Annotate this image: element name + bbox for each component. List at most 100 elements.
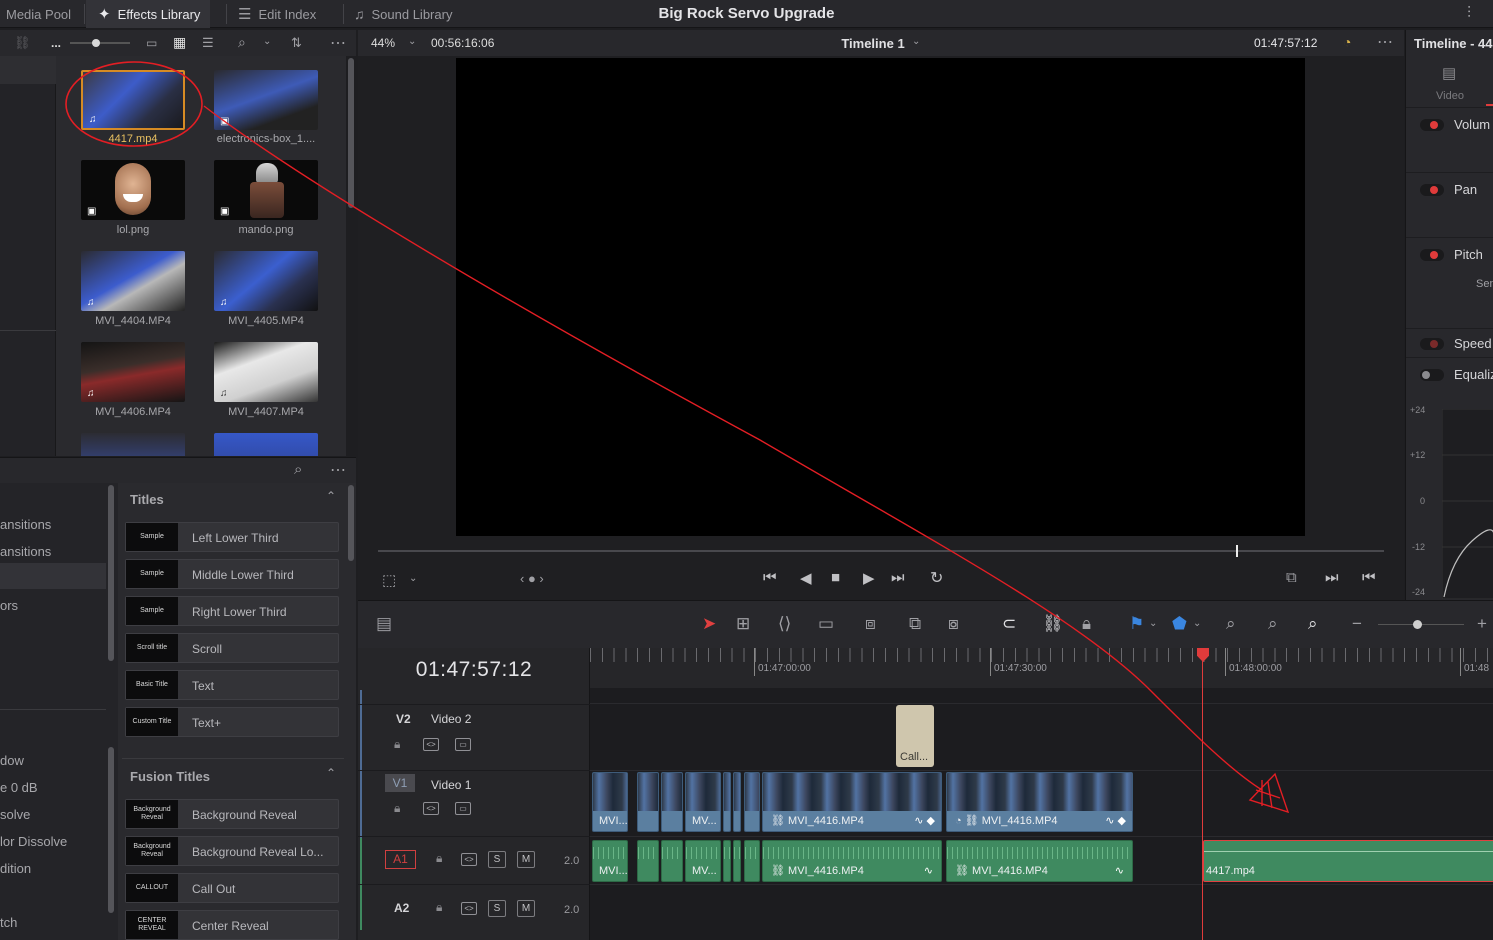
audio-clip-mvi-4416[interactable]: ⛓ MVI_4416.MP4 ∿ xyxy=(762,840,942,882)
detail-zoom-icon[interactable]: ⌕ xyxy=(1268,615,1278,633)
favorite-item[interactable]: solve xyxy=(0,807,30,822)
zoom-out-icon[interactable]: − xyxy=(1352,615,1362,633)
clip-thumbnail[interactable]: ♫ xyxy=(81,251,185,311)
audio-clip[interactable]: MVI... xyxy=(592,840,628,882)
timeline-view-options-icon[interactable]: ▤ xyxy=(376,615,392,633)
flag-icon[interactable]: ⚑ xyxy=(1129,615,1144,633)
marker-icon[interactable]: ⬟ xyxy=(1172,615,1187,633)
bin-item-selected[interactable] xyxy=(0,56,56,84)
audio-clip[interactable]: MV... xyxy=(685,840,721,882)
loop-icon[interactable]: ↻ xyxy=(930,568,943,588)
prev-edit-icon[interactable]: ‹ ● › xyxy=(520,571,544,586)
chevron-down-icon[interactable]: ⌄ xyxy=(1149,615,1157,633)
chevron-down-icon[interactable]: ⌄ xyxy=(1193,615,1201,633)
lock-track-icon[interactable]: 🔒︎ xyxy=(394,801,400,816)
keyframe-icon[interactable]: ∿ ◆ xyxy=(914,814,935,827)
next-frame-icon[interactable]: ⏭ xyxy=(1325,569,1339,586)
grid-view-icon[interactable]: ▦ xyxy=(173,34,186,51)
blade-tool-icon[interactable]: ▭ xyxy=(818,615,834,633)
tab-effects-library[interactable]: ✦ Effects Library xyxy=(86,0,211,28)
trim-tool-icon[interactable]: ⊞ xyxy=(736,615,750,633)
tab-media-pool[interactable]: Media Pool xyxy=(6,0,71,28)
volume-toggle[interactable] xyxy=(1420,119,1444,131)
zoom-in-icon[interactable]: + xyxy=(1477,615,1487,633)
prev-frame-icon[interactable]: ⏮ xyxy=(1362,569,1376,586)
transform-icon[interactable]: ⬚ xyxy=(382,571,396,589)
collapse-icon[interactable]: ⌃ xyxy=(326,766,336,780)
viewer-scrubber[interactable] xyxy=(378,545,1384,557)
category-item[interactable]: ors xyxy=(0,598,18,613)
replace-clip-icon[interactable]: ⧇ xyxy=(948,615,959,633)
favorite-item[interactable]: e 0 dB xyxy=(0,780,38,795)
tab-edit-index[interactable]: ☰ Edit Index xyxy=(238,0,316,28)
stop-icon[interactable]: ■ xyxy=(831,569,840,586)
snapping-icon[interactable]: ⊂ xyxy=(1002,615,1016,633)
fade-curve-icon[interactable]: ∿ xyxy=(924,864,933,877)
auto-select-icon[interactable]: <> xyxy=(423,738,439,751)
clip-thumbnail[interactable]: ♫ xyxy=(81,70,185,130)
chevron-down-icon[interactable]: ⌄ xyxy=(912,36,920,47)
category-scrollbar[interactable] xyxy=(108,485,114,661)
clip-thumbnail[interactable] xyxy=(214,433,318,456)
keyframe-icon[interactable]: ∿ ◆ xyxy=(1105,814,1126,827)
more-options-icon[interactable]: ⋯ xyxy=(1377,32,1393,52)
audio-clip-mvi-4416[interactable]: ⛓ MVI_4416.MP4 ∿ xyxy=(946,840,1133,882)
tab-video[interactable]: ▤ Video xyxy=(1406,56,1493,108)
auto-select-icon[interactable]: <> xyxy=(423,802,439,815)
source-patch-v1[interactable]: V1 xyxy=(385,774,415,792)
track-visibility-icon[interactable]: ▭ xyxy=(455,738,471,751)
play-reverse-icon[interactable]: ◀ xyxy=(800,569,812,587)
auto-select-icon[interactable]: <> xyxy=(461,902,477,915)
timeline-name[interactable]: Timeline 1 xyxy=(358,36,1388,51)
sort-icon[interactable]: ⇅ xyxy=(291,35,302,51)
source-patch-a1[interactable]: A1 xyxy=(385,850,416,869)
clip-thumbnail[interactable]: ▣ xyxy=(214,160,318,220)
fusion-title-item[interactable]: Background Reveal Background Reveal xyxy=(125,799,339,829)
list-view-icon[interactable]: ☰ xyxy=(202,35,214,51)
clip-thumbnail[interactable]: ♫ xyxy=(214,251,318,311)
pitch-toggle[interactable] xyxy=(1420,249,1444,261)
clip-thumbnail[interactable] xyxy=(81,433,185,456)
title-clip-callout[interactable]: Call... xyxy=(896,705,934,767)
audio-clip[interactable] xyxy=(733,840,741,882)
tab-sound-library[interactable]: ♫ Sound Library xyxy=(354,0,452,28)
clip-thumbnail[interactable]: ▣ xyxy=(214,70,318,130)
solo-button[interactable]: S xyxy=(488,851,506,868)
title-item[interactable]: Basic Title Text xyxy=(125,670,339,700)
video-clip-mvi-4416[interactable]: ◔ ⛓ MVI_4416.MP4 ∿ ◆ xyxy=(946,772,1133,832)
video-preview[interactable] xyxy=(456,58,1305,536)
category-item[interactable]: ansitions xyxy=(0,544,51,559)
fade-curve-icon[interactable]: ∿ xyxy=(1115,864,1124,877)
audio-clip[interactable] xyxy=(744,840,760,882)
favorite-item[interactable]: lor Dissolve xyxy=(0,834,67,849)
auto-select-icon[interactable]: <> xyxy=(461,853,477,866)
mute-button[interactable]: M xyxy=(517,851,535,868)
scrubber-playhead[interactable] xyxy=(1236,545,1239,557)
lock-track-icon[interactable]: 🔒︎ xyxy=(436,900,442,915)
audio-clip[interactable] xyxy=(723,840,731,882)
jump-to-end-icon[interactable]: ⏭ xyxy=(891,569,905,586)
search-icon[interactable]: ⌕ xyxy=(238,34,246,51)
category-item[interactable]: ansitions xyxy=(0,517,51,532)
title-item[interactable]: Sample Middle Lower Third xyxy=(125,559,339,589)
selection-tool-icon[interactable]: ➤ xyxy=(702,615,716,633)
thumbnail-size-slider[interactable] xyxy=(70,42,130,44)
favorite-item[interactable]: dow xyxy=(0,753,24,768)
video-clip-mvi-4416[interactable]: ⛓ MVI_4416.MP4 ∿ ◆ xyxy=(762,772,942,832)
media-pool-scrollbar[interactable] xyxy=(348,58,354,208)
effects-scrollbar[interactable] xyxy=(348,485,354,561)
fusion-title-item[interactable]: CALLOUT Call Out xyxy=(125,873,339,903)
audio-clip-4417[interactable]: 4417.mp4 xyxy=(1203,840,1493,882)
video-clip[interactable] xyxy=(661,772,683,832)
slider-handle[interactable] xyxy=(92,39,100,47)
clip-thumbnail[interactable]: ♫ xyxy=(81,342,185,402)
title-item[interactable]: Sample Left Lower Third xyxy=(125,522,339,552)
timeline-ruler[interactable]: 01:47:00:00 01:47:30:00 01:48:00:00 01:4… xyxy=(590,648,1493,690)
lock-track-icon[interactable]: 🔒︎ xyxy=(394,737,400,752)
link-icon[interactable]: ⛓ xyxy=(14,35,31,51)
chevron-down-icon[interactable]: ⌄ xyxy=(409,573,417,584)
clip-sync-icon[interactable]: ◔ xyxy=(1343,34,1351,50)
more-options-icon[interactable]: ⋯ xyxy=(330,33,346,53)
solo-button[interactable]: S xyxy=(488,900,506,917)
title-item[interactable]: Sample Right Lower Third xyxy=(125,596,339,626)
